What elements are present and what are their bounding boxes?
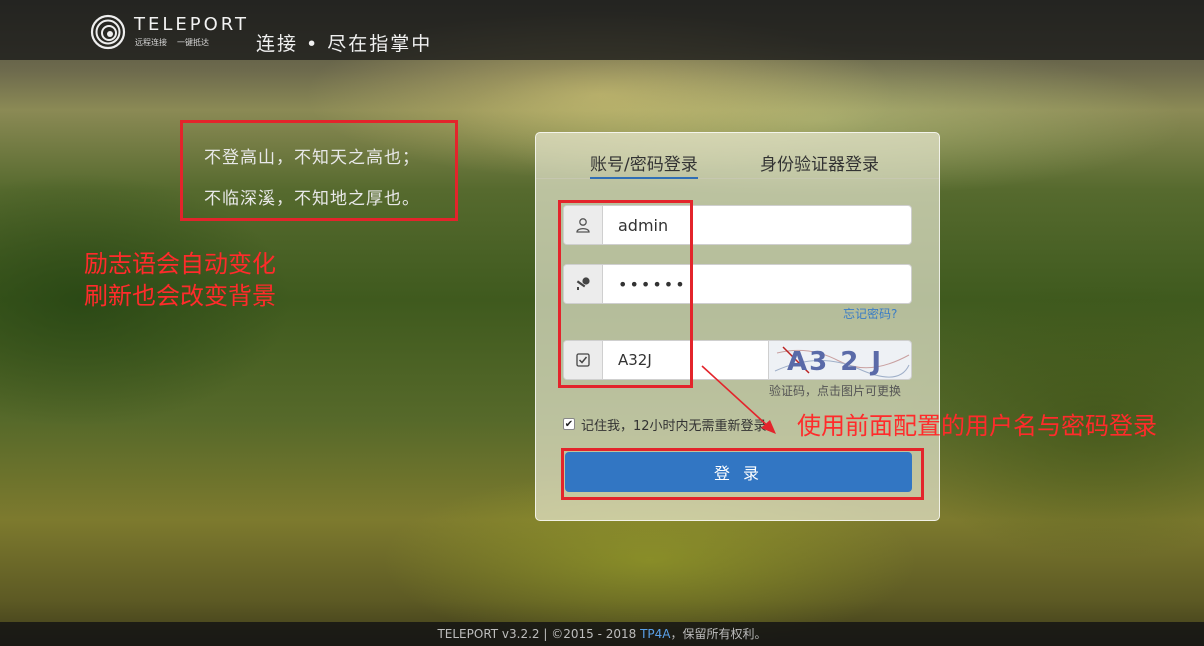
annotation-arrow [701, 365, 776, 434]
footer-tp4a-link[interactable]: TP4A [640, 627, 670, 641]
login-tabs: 账号/密码登录 身份验证器登录 [536, 133, 939, 179]
annotation-note-line-2: 刷新也会改变背景 [84, 282, 276, 310]
logo-subtitle: 远程连接 一键抵达 [135, 37, 209, 48]
footer-suffix: ，保留所有权利。 [670, 627, 767, 641]
annotation-box-credentials [558, 200, 693, 388]
logo-sub-right: 一键抵达 [177, 38, 209, 47]
tab-authenticator-login[interactable]: 身份验证器登录 [760, 150, 879, 175]
annotation-login-note: 使用前面配置的用户名与密码登录 [797, 412, 1157, 440]
remember-checkbox[interactable]: ✔ [563, 418, 575, 430]
annotation-box-quote [180, 120, 458, 221]
footer-prefix: TELEPORT v3.2.2 | ©2015 - 2018 [437, 627, 641, 641]
annotation-box-login-button [561, 448, 924, 500]
annotation-note-line-1: 励志语会自动变化 [84, 250, 276, 278]
logo-spiral-icon [90, 14, 126, 50]
footer: TELEPORT v3.2.2 | ©2015 - 2018 TP4A，保留所有… [0, 622, 1204, 646]
captcha-text: A3 2 J [787, 347, 883, 377]
captcha-graphic: A3 2 J [774, 346, 910, 378]
top-bar: TELEPORT 远程连接 一键抵达 连接 • 尽在指掌中 [0, 0, 1204, 60]
slogan: 连接 • 尽在指掌中 [256, 33, 433, 55]
logo-title: TELEPORT [134, 14, 249, 35]
teleport-logo[interactable]: TELEPORT 远程连接 一键抵达 [90, 12, 250, 52]
forgot-password-link[interactable]: 忘记密码? [843, 305, 897, 322]
tab-password-login[interactable]: 账号/密码登录 [590, 150, 698, 179]
logo-sub-left: 远程连接 [135, 38, 167, 47]
